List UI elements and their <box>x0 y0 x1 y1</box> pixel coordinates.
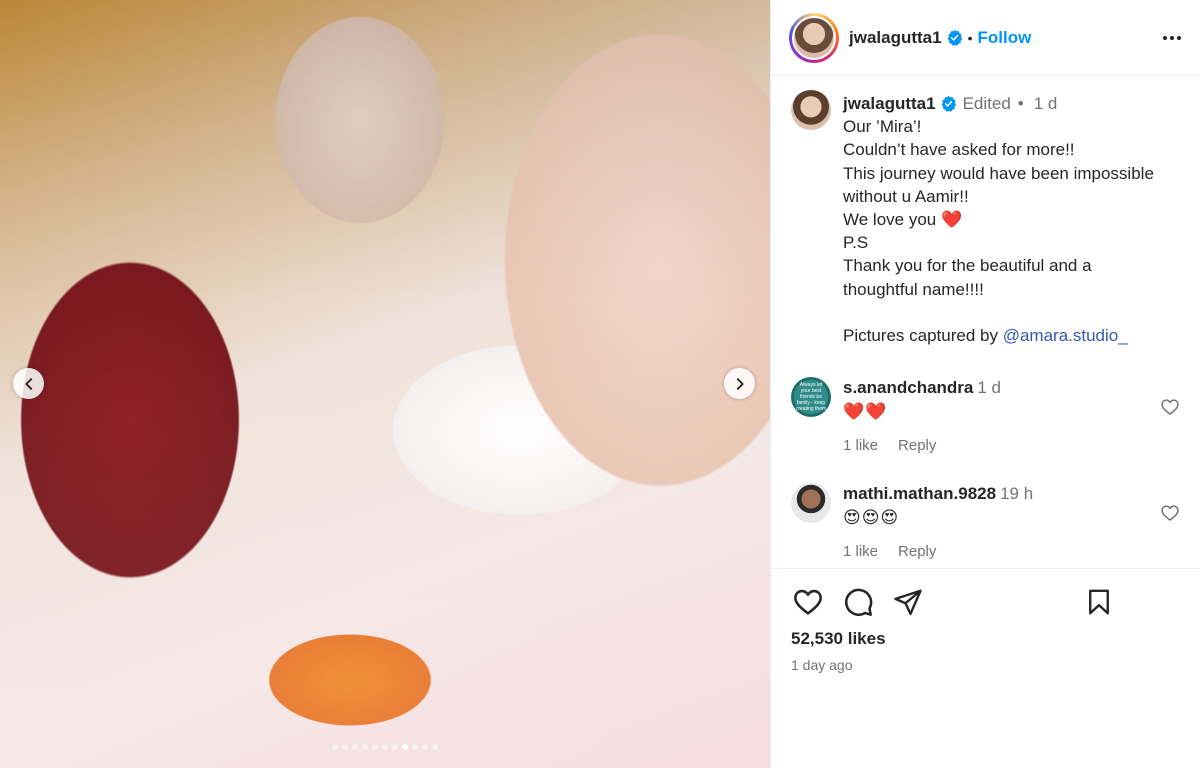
caption-credit-text: Pictures captured by <box>843 326 1003 346</box>
carousel-dot <box>362 744 368 750</box>
carousel-prev-button[interactable] <box>13 368 44 399</box>
caption-line: This journey would have been impossible <box>843 163 1154 183</box>
post-caption: jwalagutta1 Edited • 1 d Our ’Mira’! Cou… <box>791 90 1184 347</box>
follow-button[interactable]: Follow <box>978 28 1032 48</box>
share-icon <box>894 589 922 616</box>
comments-section[interactable]: jwalagutta1 Edited • 1 d Our ’Mira’! Cou… <box>771 76 1200 568</box>
caption-line: without u Aamir!! <box>843 186 969 206</box>
photo-overlay <box>0 0 770 768</box>
more-options-button[interactable] <box>1160 26 1184 50</box>
carousel-dot <box>432 744 438 750</box>
caption-line: Our ’Mira’! <box>843 117 922 137</box>
caption-line: We love you ❤️ <box>843 210 963 230</box>
carousel-indicator <box>0 744 770 750</box>
carousel-dot <box>332 744 338 750</box>
caption-avatar[interactable] <box>791 90 831 130</box>
comment-like-count[interactable]: 1 like <box>843 541 878 563</box>
more-icon <box>1163 35 1181 40</box>
author-avatar[interactable] <box>789 12 839 63</box>
caption-line: thoughtful name!!!! <box>843 279 984 299</box>
comment-icon <box>845 588 873 616</box>
carousel-dot <box>402 744 408 750</box>
comment-like-heart-icon[interactable] <box>1160 397 1180 417</box>
post-header: jwalagutta1 • Follow <box>771 0 1200 76</box>
comment-item: mathi.mathan.9828 19 h 😍😍😍 1 like Reply <box>791 483 1184 563</box>
caption-line-credit: Pictures captured by @amara.studio_ <box>843 324 1154 347</box>
author-username[interactable]: jwalagutta1 <box>849 28 942 48</box>
caption-line: P.S <box>843 233 869 253</box>
carousel-dot <box>412 744 418 750</box>
comment-username[interactable]: mathi.mathan.9828 <box>843 484 996 503</box>
separator-dot: • <box>967 29 973 46</box>
post-photo[interactable] <box>0 0 770 768</box>
post-timestamp: 1 day ago <box>791 657 853 673</box>
comment-time: 19 h <box>1000 484 1034 504</box>
author-avatar-image <box>792 15 836 60</box>
comment-like-heart-icon[interactable] <box>1160 503 1180 523</box>
carousel-dot <box>342 744 348 750</box>
comment-username[interactable]: s.anandchandra <box>843 378 973 397</box>
comment-actions: 1 like Reply <box>843 541 1033 563</box>
comment-avatar-text: Always let your best friends be family -… <box>795 382 827 413</box>
comment-actions: 1 like Reply <box>843 435 1001 457</box>
comment-button[interactable] <box>841 585 875 619</box>
comment-avatar[interactable] <box>791 483 831 524</box>
save-button[interactable] <box>1082 585 1116 619</box>
action-icons <box>791 585 1186 619</box>
caption-text: Our ’Mira’! Couldn’t have asked for more… <box>843 115 1154 347</box>
caption-time[interactable]: 1 d <box>1034 92 1058 115</box>
comment-avatar[interactable]: Always let your best friends be family -… <box>791 377 831 418</box>
post-sidebar: jwalagutta1 • Follow jwalagutta1 Edited … <box>770 0 1200 768</box>
comment-text: ❤️❤️ <box>843 402 888 422</box>
bookmark-icon <box>1089 589 1109 615</box>
like-button[interactable] <box>791 585 825 619</box>
carousel-dot <box>392 744 398 750</box>
carousel-next-button[interactable] <box>724 368 755 399</box>
caption-line: Thank you for the beautiful and a <box>843 256 1092 276</box>
comment-item: Always let your best friends be family -… <box>791 377 1184 457</box>
comment-body: s.anandchandra 1 d ❤️❤️ 1 like Reply <box>843 377 1001 457</box>
post-actions: 52,530 likes 1 day ago <box>771 568 1200 768</box>
caption-line <box>843 301 1154 324</box>
comment-reply-button[interactable]: Reply <box>898 435 936 457</box>
comment-text: 😍😍😍 <box>843 508 900 528</box>
verified-badge-icon <box>947 29 962 46</box>
carousel-dot <box>382 744 388 750</box>
mention-link[interactable]: @amara.studio_ <box>1003 326 1128 345</box>
chevron-left-icon <box>24 377 32 390</box>
caption-line: Couldn’t have asked for more!! <box>843 140 1075 160</box>
instagram-post: jwalagutta1 • Follow jwalagutta1 Edited … <box>0 0 1200 768</box>
comment-body: mathi.mathan.9828 19 h 😍😍😍 1 like Reply <box>843 483 1033 563</box>
comment-reply-button[interactable]: Reply <box>898 541 936 563</box>
comment-time: 1 d <box>977 378 1002 398</box>
carousel-dot <box>372 744 378 750</box>
heart-icon <box>794 589 822 615</box>
author-info: jwalagutta1 • Follow <box>849 28 1031 48</box>
verified-badge-icon <box>941 95 956 112</box>
chevron-right-icon <box>736 377 744 390</box>
share-button[interactable] <box>891 585 925 619</box>
caption-body: jwalagutta1 Edited • 1 d Our ’Mira’! Cou… <box>843 90 1154 347</box>
comment-like-count[interactable]: 1 like <box>843 435 878 457</box>
caption-username[interactable]: jwalagutta1 <box>843 92 936 115</box>
carousel-dot <box>352 744 358 750</box>
edited-label: Edited <box>962 94 1011 113</box>
caption-meta: jwalagutta1 Edited • 1 d <box>843 92 1154 115</box>
likes-count[interactable]: 52,530 likes <box>791 629 1186 649</box>
caption-separator: • <box>1017 94 1024 113</box>
carousel-dot <box>422 744 428 750</box>
